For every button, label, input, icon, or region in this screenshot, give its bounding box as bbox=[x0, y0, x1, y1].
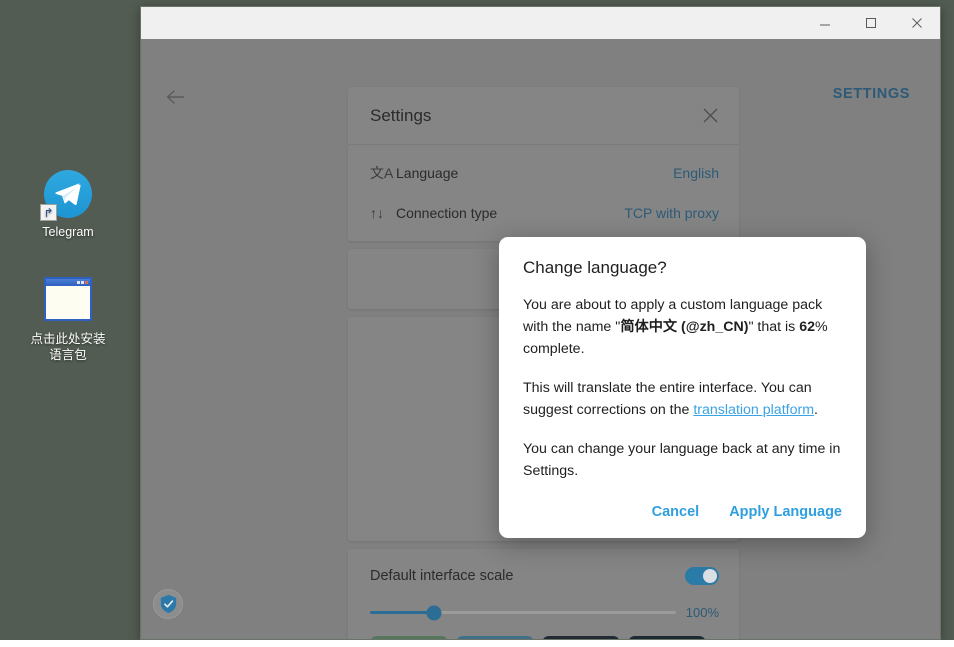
desktop-icon-telegram[interactable]: ↱ Telegram bbox=[8, 170, 128, 240]
settings-row-label: Connection type bbox=[396, 205, 624, 221]
settings-section-label: SETTINGS bbox=[833, 86, 910, 102]
dialog-paragraph-1: You are about to apply a custom language… bbox=[523, 294, 842, 360]
interface-scale-label: Default interface scale bbox=[370, 568, 513, 584]
settings-rows-card: 文A Language English ↑↓ Connection type T… bbox=[348, 145, 739, 241]
interface-scale-toggle[interactable] bbox=[685, 567, 719, 585]
dialog-text: " that is bbox=[748, 319, 799, 335]
window-titlebar bbox=[141, 7, 940, 39]
desktop-icon-language-pack-installer[interactable]: 点击此处安装语言包 bbox=[8, 275, 128, 363]
connection-arrows-icon: ↑↓ bbox=[370, 205, 396, 221]
maximize-button[interactable] bbox=[848, 7, 894, 39]
settings-row-connection-type[interactable]: ↑↓ Connection type TCP with proxy bbox=[348, 193, 739, 233]
telegram-window: SETTINGS Settings bbox=[140, 6, 941, 640]
panel-title: Settings bbox=[370, 106, 431, 126]
interface-scale-card: Default interface scale 100% bbox=[348, 549, 739, 640]
dialog-actions: Cancel Apply Language bbox=[523, 504, 842, 520]
dialog-title: Change language? bbox=[523, 258, 842, 278]
change-language-dialog: Change language? You are about to apply … bbox=[499, 237, 866, 538]
close-button[interactable] bbox=[894, 7, 940, 39]
settings-screen: SETTINGS Settings bbox=[141, 39, 940, 640]
interface-scale-value: 100% bbox=[686, 605, 719, 620]
interface-scale-slider-row: 100% bbox=[370, 605, 719, 620]
shortcut-arrow-icon: ↱ bbox=[40, 204, 57, 221]
settings-row-language[interactable]: 文A Language English bbox=[348, 153, 739, 193]
desktop-icon-label: Telegram bbox=[8, 224, 128, 240]
cancel-button[interactable]: Cancel bbox=[652, 504, 700, 520]
settings-row-value[interactable]: English bbox=[673, 165, 719, 181]
dialog-language-name: 简体中文 (@zh_CN) bbox=[620, 319, 748, 335]
slider-fill bbox=[370, 611, 434, 614]
close-icon[interactable] bbox=[702, 107, 719, 124]
minimize-button[interactable] bbox=[802, 7, 848, 39]
interface-scale-row: Default interface scale bbox=[370, 563, 719, 589]
window-file-icon bbox=[44, 277, 92, 325]
interface-scale-slider[interactable] bbox=[370, 611, 676, 614]
shield-check-icon[interactable] bbox=[153, 589, 183, 619]
screen: ↱ Telegram 点击此处安装语言包 bbox=[0, 0, 954, 647]
dialog-paragraph-3: You can change your language back at any… bbox=[523, 438, 842, 482]
screen-bottom-edge bbox=[0, 640, 954, 647]
telegram-icon: ↱ bbox=[44, 170, 92, 218]
back-arrow-icon[interactable] bbox=[159, 81, 191, 113]
translation-platform-link[interactable]: translation platform bbox=[693, 402, 814, 418]
apply-language-button[interactable]: Apply Language bbox=[729, 504, 842, 520]
settings-panel-header-card: Settings bbox=[348, 87, 739, 144]
settings-row-value[interactable]: TCP with proxy bbox=[624, 205, 719, 221]
desktop-icon-label: 点击此处安装语言包 bbox=[8, 331, 128, 363]
translate-icon: 文A bbox=[370, 163, 396, 183]
slider-handle[interactable] bbox=[427, 605, 442, 620]
dialog-paragraph-2: This will translate the entire interface… bbox=[523, 377, 842, 421]
settings-row-label: Language bbox=[396, 165, 673, 181]
dialog-text: . bbox=[814, 402, 818, 418]
settings-panel-header: Settings bbox=[348, 87, 739, 144]
dialog-completion-percent: 62 bbox=[799, 319, 815, 335]
